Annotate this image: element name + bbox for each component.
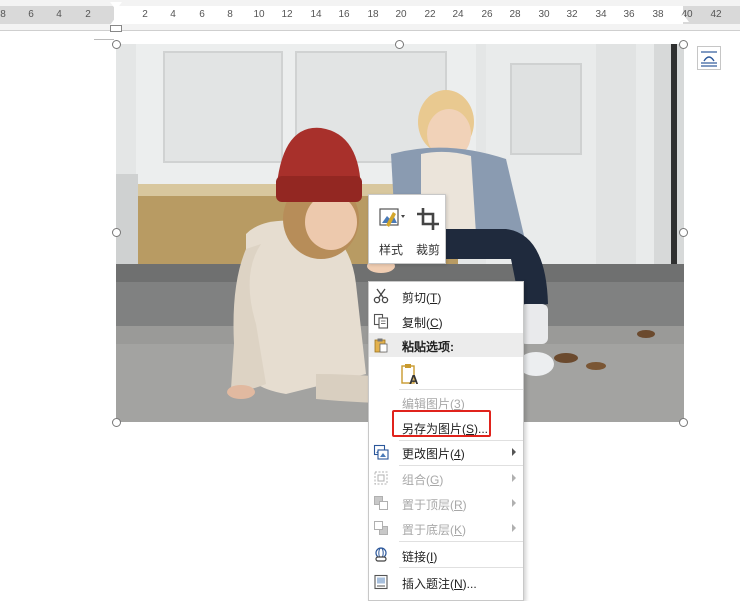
ruler-number: 2 [142,9,148,20]
crop-button[interactable]: 裁剪 [410,201,446,259]
ruler-number: 18 [367,9,379,20]
menu-separator [399,541,523,542]
ruler-number: 42 [710,9,722,20]
send-to-back-icon [374,521,388,535]
mini-toolbar: 样式 裁剪 [368,194,446,264]
paste-icon [374,338,388,353]
menu-item-label: 复制(C) [402,316,443,330]
ruler-number: 6 [28,9,34,20]
ruler-number: 24 [452,9,464,20]
picture-style-icon [379,208,405,227]
menu-item-label: 组合(G) [402,473,444,487]
ruler-number: 8 [227,9,233,20]
menu-item-label: 置于底层(K) [402,523,467,537]
ruler-number: 20 [395,9,407,20]
menu-item-group: 组合(G) [369,466,523,490]
menu-item-change-picture[interactable]: 更改图片(4) [369,440,523,464]
left-indent-marker[interactable] [110,25,122,32]
submenu-arrow-icon [512,499,516,507]
ruler-number: 2 [85,9,91,20]
menu-item-label: 链接(I) [402,550,438,564]
group-icon [374,471,388,485]
annotation-highlight-box [392,410,491,437]
hanging-indent-marker[interactable] [110,17,122,25]
ruler-number: 8 [0,9,6,20]
crop-icon [417,208,439,230]
ruler-number: 36 [623,9,635,20]
menu-item-label: 剪切(T) [402,291,442,305]
resize-handle-bottom-right[interactable] [679,418,688,427]
menu-item-insert-caption[interactable]: 插入题注(N)... [369,570,523,594]
layout-options-icon [701,51,717,67]
submenu-arrow-icon [512,524,516,532]
first-line-indent-marker[interactable] [110,2,122,10]
ruler-number: 16 [338,9,350,20]
paste-keep-text-only-button[interactable]: A [369,360,523,388]
ruler-number: 6 [199,9,205,20]
resize-handle-middle-right[interactable] [679,228,688,237]
layout-options-button[interactable] [697,46,721,70]
scissors-icon [373,288,389,304]
menu-item-link[interactable]: 链接(I) [369,543,523,567]
ruler-number: 28 [509,9,521,20]
context-menu: 剪切(T) 复制(C) 粘贴选项: A 编辑图片(3) 另存为图片(S)... [368,281,524,601]
menu-item-label: 置于顶层(R) [402,498,467,512]
menu-item-copy[interactable]: 复制(C) [369,309,523,333]
link-icon [375,547,387,562]
page-corner-mark [94,39,114,40]
ruler-number: 38 [652,9,664,20]
change-picture-icon [373,444,389,460]
ruler-number: 10 [253,9,265,20]
menu-item-bring-to-front: 置于顶层(R) [369,491,523,515]
submenu-arrow-icon [512,474,516,482]
ruler-number: 12 [281,9,293,20]
menu-item-label: 更改图片(4) [402,447,465,461]
paste-text-only-icon: A [401,364,419,386]
ruler-number: 32 [566,9,578,20]
picture-style-label: 样式 [378,243,403,257]
ruler-number: 22 [424,9,436,20]
resize-handle-bottom-left[interactable] [112,418,121,427]
right-indent-marker[interactable] [677,14,689,22]
submenu-arrow-icon [512,448,516,456]
ruler-number: 26 [481,9,493,20]
ruler-number: 14 [310,9,322,20]
crop-label: 裁剪 [415,243,440,257]
resize-handle-top-left[interactable] [112,40,121,49]
picture-style-button[interactable]: 样式 [373,201,409,259]
resize-handle-middle-left[interactable] [112,228,121,237]
horizontal-ruler[interactable]: 8 6 4 2 2 4 6 8 10 12 14 16 18 20 22 24 … [0,0,740,32]
menu-item-label: 插入题注(N)... [402,577,477,591]
ruler-number: 4 [56,9,62,20]
resize-handle-top-right[interactable] [679,40,688,49]
resize-handle-top-center[interactable] [395,40,404,49]
menu-item-send-to-back: 置于底层(K) [369,516,523,540]
svg-text:A: A [409,372,419,386]
bring-to-front-icon [374,496,388,510]
insert-caption-icon [374,574,388,590]
menu-separator [399,567,523,568]
menu-item-cut[interactable]: 剪切(T) [369,284,523,308]
ruler-number: 4 [170,9,176,20]
paste-options-header: 粘贴选项: [369,333,523,357]
ruler-number: 30 [538,9,550,20]
paste-options-label: 粘贴选项: [402,340,454,354]
copy-icon [373,313,389,329]
ruler-number: 34 [595,9,607,20]
